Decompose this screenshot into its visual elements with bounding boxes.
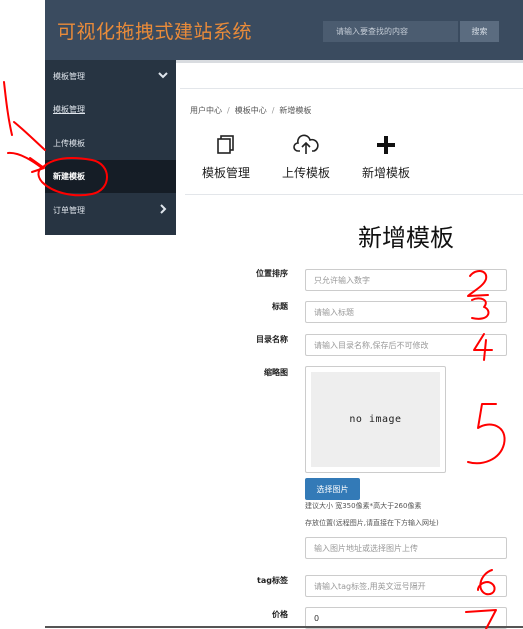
toolbar-label: 上传模板 <box>281 166 330 180</box>
thumbnail-placeholder: no image <box>311 372 440 467</box>
plus-icon <box>356 134 416 156</box>
breadcrumb: 用户中心 / 模板中心 / 新增模板 <box>190 106 312 115</box>
sidebar-group-template-management[interactable]: 模板管理 <box>45 60 176 93</box>
sidebar-group-order-management[interactable]: 订单管理 <box>45 194 176 227</box>
select-image-button[interactable]: 选择图片 <box>305 478 360 500</box>
bottom-divider <box>45 626 523 628</box>
form-title: 新增模板 <box>358 224 454 252</box>
top-header: 可视化拖拽式建站系统 搜索 <box>45 0 523 63</box>
sidebar-item-template-management[interactable]: 模板管理 <box>45 93 176 126</box>
sidebar-item-upload-template[interactable]: 上传模板 <box>45 127 176 160</box>
thumbnail-preview: no image <box>305 366 446 473</box>
toolbar-template-management-button[interactable]: 模板管理 <box>196 134 256 181</box>
copy-icon <box>196 134 256 156</box>
breadcrumb-item[interactable]: 模板中心 <box>235 106 267 115</box>
position-input[interactable]: 只允许输入数字 <box>305 269 507 291</box>
dir-name-label: 目录名称 <box>256 335 288 344</box>
sidebar-item-label: 新建模板 <box>53 172 85 181</box>
chevron-right-icon <box>158 204 168 217</box>
title-input[interactable]: 请输入标题 <box>305 301 507 323</box>
thumbnail-label: 缩略图 <box>264 368 288 377</box>
chevron-down-icon <box>158 70 168 83</box>
image-url-input[interactable]: 输入图片地址或选择图片上传 <box>305 537 507 559</box>
dir-name-input[interactable]: 请输入目录名称,保存后不可修改 <box>305 334 507 356</box>
position-label: 位置排序 <box>256 269 288 278</box>
tag-input[interactable]: 请输入tag标签,用英文逗号隔开 <box>305 575 507 597</box>
toolbar-upload-template-button[interactable]: 上传模板 <box>276 134 336 181</box>
sidebar: 模板管理 模板管理 上传模板 新建模板 订单管理 <box>45 60 176 235</box>
breadcrumb-item: 新增模板 <box>279 106 312 115</box>
cloud-upload-icon <box>276 134 336 156</box>
location-hint: 存放位置(远程图片,请直接在下方输入网址) <box>305 519 439 527</box>
toolbar-label: 新增模板 <box>361 166 410 180</box>
sidebar-item-label: 上传模板 <box>53 139 85 148</box>
search-input[interactable] <box>323 21 458 42</box>
title-label: 标题 <box>272 302 288 311</box>
size-hint: 建议大小 宽350像素*高大于260像素 <box>305 502 422 510</box>
sidebar-item-label: 订单管理 <box>53 206 85 215</box>
breadcrumb-item[interactable]: 用户中心 <box>190 106 222 115</box>
toolbar-label: 模板管理 <box>201 166 250 180</box>
tag-label: tag标签 <box>257 576 288 585</box>
sidebar-item-label: 模板管理 <box>53 105 85 114</box>
price-label: 价格 <box>272 610 288 619</box>
toolbar-new-template-button[interactable]: 新增模板 <box>356 134 416 181</box>
sidebar-item-new-template[interactable]: 新建模板 <box>45 160 176 193</box>
search-button[interactable]: 搜索 <box>460 21 499 42</box>
app-title: 可视化拖拽式建站系统 <box>57 21 253 43</box>
sidebar-item-label: 模板管理 <box>53 72 85 81</box>
